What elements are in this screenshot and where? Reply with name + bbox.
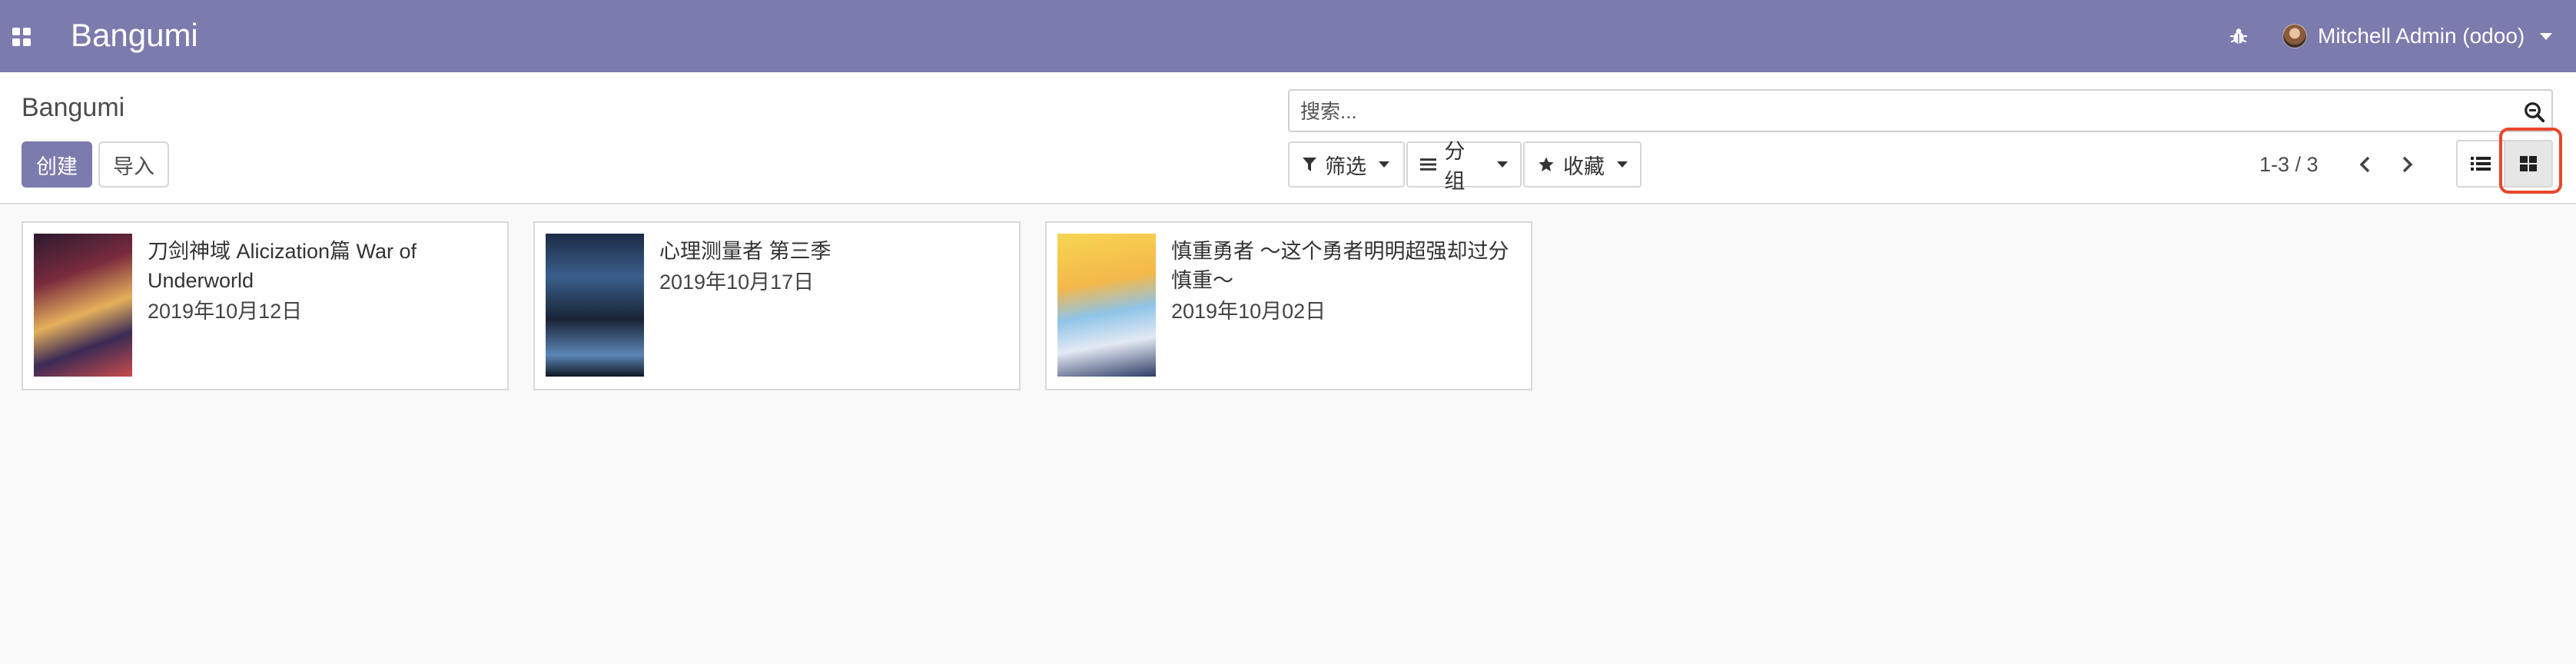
- group-by-dropdown[interactable]: 分组: [1406, 140, 1522, 193]
- card-title: 慎重勇者 ～这个勇者明明超强却过分慎重～: [1171, 240, 1509, 292]
- top-navbar: Bangumi Mitchell Admin (odoo): [0, 0, 2576, 72]
- pager-value[interactable]: 1-3 / 3: [2259, 146, 2319, 183]
- card-date: 2019年10月17日: [659, 271, 815, 294]
- search-input[interactable]: [1299, 97, 2498, 126]
- favorites-dropdown[interactable]: 收藏: [1523, 141, 1642, 188]
- breadcrumb: Bangumi: [22, 93, 125, 122]
- poster-image: [546, 234, 644, 377]
- filter-dropdown[interactable]: 筛选: [1288, 141, 1405, 188]
- poster-image: [1057, 234, 1156, 377]
- import-button[interactable]: 导入: [98, 141, 169, 188]
- caret-down-icon: [1497, 161, 1508, 168]
- kanban-view: 刀剑神域 Alicization篇 War of Underworld 2019…: [0, 204, 2576, 664]
- control-panel: Bangumi 创建 导入 筛选 分组 收藏 1-3 / 3: [0, 72, 2576, 204]
- create-button[interactable]: 创建: [22, 141, 92, 188]
- bug-icon[interactable]: [2226, 23, 2252, 49]
- card-title: 心理测量者 第三季: [659, 240, 832, 263]
- user-name: Mitchell Admin (odoo): [2318, 24, 2525, 48]
- card-title: 刀剑神域 Alicization篇 War of Underworld: [148, 240, 417, 292]
- filter-icon: [1303, 158, 1316, 171]
- app-brand[interactable]: Bangumi: [71, 14, 198, 57]
- poster-image: [34, 234, 132, 377]
- kanban-card[interactable]: 心理测量者 第三季 2019年10月17日: [533, 221, 1021, 390]
- list-view-icon: [2471, 157, 2491, 171]
- star-icon: [1539, 157, 1554, 171]
- list-view-button[interactable]: [2456, 140, 2505, 188]
- kanban-card[interactable]: 慎重勇者 ～这个勇者明明超强却过分慎重～ 2019年10月02日: [1045, 221, 1532, 390]
- chevron-down-icon: [2540, 32, 2553, 40]
- card-date: 2019年10月12日: [148, 300, 303, 323]
- filter-label: 筛选: [1325, 154, 1366, 178]
- search-icon[interactable]: [2521, 98, 2548, 126]
- kanban-card[interactable]: 刀剑神域 Alicization篇 War of Underworld 2019…: [22, 221, 509, 390]
- apps-grid-icon[interactable]: [12, 28, 31, 46]
- pager-previous-button[interactable]: [2350, 146, 2381, 183]
- caret-down-icon: [1379, 161, 1389, 168]
- search-box: [1288, 89, 2553, 132]
- user-menu[interactable]: Mitchell Admin (odoo): [2282, 18, 2553, 54]
- user-avatar: [2282, 24, 2307, 48]
- caret-down-icon: [1617, 161, 1628, 168]
- favorites-label: 收藏: [1563, 154, 1605, 178]
- list-bars-icon: [1420, 158, 1437, 171]
- chevron-right-icon: [2402, 156, 2413, 173]
- highlight-annotation: [2499, 128, 2562, 194]
- chevron-left-icon: [2359, 156, 2370, 173]
- group-by-label: 分组: [1444, 140, 1466, 193]
- pager-next-button[interactable]: [2392, 146, 2422, 183]
- card-date: 2019年10月02日: [1171, 300, 1326, 323]
